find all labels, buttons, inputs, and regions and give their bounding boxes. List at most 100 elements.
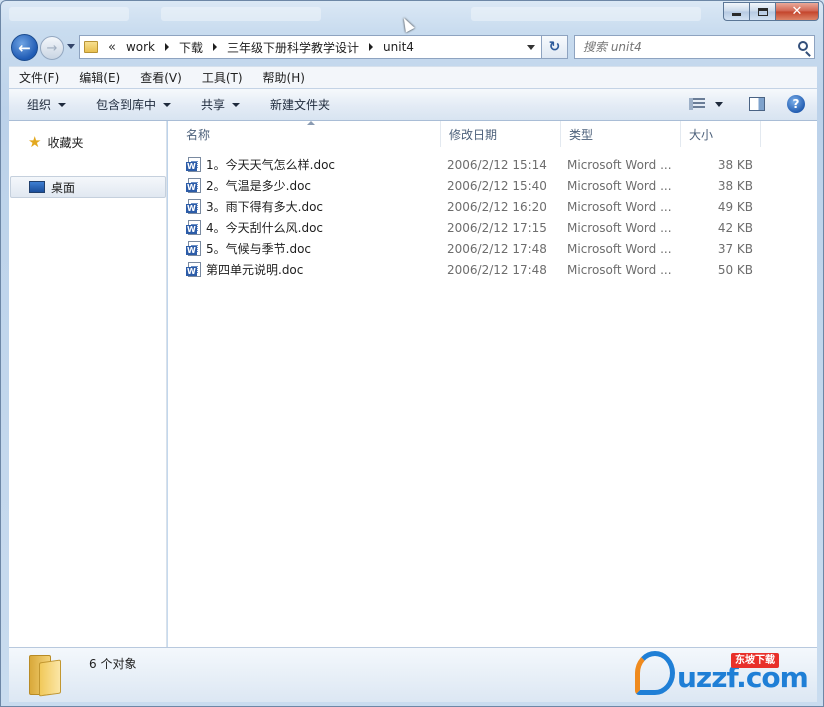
title-bar-reflection — [9, 7, 129, 21]
search-box[interactable] — [574, 35, 815, 59]
word-document-icon — [186, 241, 201, 256]
command-bar: 组织 包含到库中 共享 新建文件夹 ? — [9, 88, 817, 121]
file-name: 5。气候与季节.doc — [206, 242, 312, 256]
breadcrumb-item[interactable]: work — [126, 40, 170, 54]
column-header-label: 大小 — [689, 127, 714, 142]
file-name: 4。今天刮什么风.doc — [206, 221, 324, 235]
include-in-library-label: 包含到库中 — [96, 98, 157, 112]
chevron-right-icon[interactable] — [213, 43, 218, 51]
views-dropdown-icon[interactable] — [715, 101, 723, 107]
column-header-size[interactable]: 大小 — [681, 121, 761, 147]
file-name-cell: 2。气温是多少.doc — [186, 175, 312, 196]
chevron-down-icon — [232, 102, 241, 107]
file-name-cell: 4。今天刮什么风.doc — [186, 217, 324, 238]
search-icon[interactable] — [798, 41, 808, 51]
column-header-name[interactable]: 名称 — [178, 121, 441, 147]
file-type: Microsoft Word ... — [567, 178, 672, 193]
menu-file[interactable]: 文件(F) — [9, 69, 69, 86]
word-document-icon — [186, 157, 201, 172]
file-date: 2006/2/12 17:48 — [447, 262, 547, 277]
navigation-pane: ★ 收藏夹 桌面 — [9, 121, 167, 647]
folder-icon-front — [39, 659, 61, 697]
close-button[interactable]: ✕ — [775, 2, 819, 21]
column-header-type[interactable]: 类型 — [561, 121, 681, 147]
column-header-label: 名称 — [186, 127, 211, 142]
refresh-icon: ↻ — [548, 39, 561, 55]
organize-label: 组织 — [27, 98, 52, 112]
word-document-icon — [186, 178, 201, 193]
menu-view[interactable]: 查看(V) — [130, 69, 192, 86]
new-folder-button[interactable]: 新建文件夹 — [261, 96, 339, 113]
file-size: 50 KB — [717, 262, 753, 277]
forward-button[interactable]: → — [40, 36, 64, 60]
file-name: 3。雨下得有多大.doc — [206, 200, 324, 214]
title-bar[interactable]: ✕ — [1, 1, 823, 33]
file-row[interactable]: 4。今天刮什么风.doc 2006/2/12 17:15 Microsoft W… — [184, 217, 764, 238]
chevron-right-icon[interactable] — [369, 43, 374, 51]
preview-pane-icon[interactable] — [749, 97, 765, 111]
sidebar-item-favorites[interactable]: ★ 收藏夹 — [10, 131, 166, 153]
file-name: 1。今天天气怎么样.doc — [206, 158, 336, 172]
file-size: 49 KB — [717, 199, 753, 214]
views-icon[interactable] — [689, 98, 705, 110]
word-document-icon — [186, 199, 201, 214]
menu-edit[interactable]: 编辑(E) — [69, 69, 130, 86]
arrow-left-icon: ← — [18, 38, 31, 57]
file-name: 第四单元说明.doc — [206, 263, 304, 277]
search-input[interactable] — [575, 40, 785, 54]
address-history-dropdown[interactable] — [527, 45, 535, 50]
minimize-button[interactable] — [723, 2, 749, 21]
file-date: 2006/2/12 16:20 — [447, 199, 547, 214]
refresh-button[interactable]: ↻ — [542, 35, 568, 59]
window-controls: ✕ — [723, 2, 819, 21]
file-type: Microsoft Word ... — [567, 220, 672, 235]
breadcrumb-overflow[interactable]: « — [108, 40, 116, 55]
chevron-right-icon[interactable] — [165, 43, 170, 51]
file-row[interactable]: 3。雨下得有多大.doc 2006/2/12 16:20 Microsoft W… — [184, 196, 764, 217]
new-folder-label: 新建文件夹 — [270, 98, 331, 112]
file-name-cell: 5。气候与季节.doc — [186, 238, 312, 259]
sidebar-item-desktop[interactable]: 桌面 — [10, 176, 166, 198]
minimize-icon — [732, 13, 741, 16]
word-document-icon — [186, 220, 201, 235]
file-name-cell: 第四单元说明.doc — [186, 259, 304, 280]
file-name-cell: 3。雨下得有多大.doc — [186, 196, 324, 217]
file-size: 37 KB — [717, 241, 753, 256]
recent-pages-dropdown[interactable] — [67, 44, 75, 49]
close-icon: ✕ — [791, 4, 803, 19]
file-size: 38 KB — [717, 157, 753, 172]
breadcrumb-item[interactable]: 下载 — [179, 39, 218, 56]
menu-help[interactable]: 帮助(H) — [253, 69, 315, 86]
breadcrumb-item[interactable]: unit4 — [383, 40, 414, 54]
item-count: 6 个对象 — [89, 657, 137, 671]
sidebar-item-label: 收藏夹 — [47, 135, 84, 150]
organize-button[interactable]: 组织 — [18, 96, 75, 113]
file-row[interactable]: 5。气候与季节.doc 2006/2/12 17:48 Microsoft Wo… — [184, 238, 764, 259]
file-date: 2006/2/12 15:14 — [447, 157, 547, 172]
file-row[interactable]: 第四单元说明.doc 2006/2/12 17:48 Microsoft Wor… — [184, 259, 764, 280]
menu-tools[interactable]: 工具(T) — [192, 69, 253, 86]
include-in-library-button[interactable]: 包含到库中 — [87, 96, 180, 113]
breadcrumb-item[interactable]: 三年级下册科学教学设计 — [227, 39, 374, 56]
mouse-cursor-icon — [399, 15, 415, 33]
file-row[interactable]: 2。气温是多少.doc 2006/2/12 15:40 Microsoft Wo… — [184, 175, 764, 196]
watermark-logo-mark — [635, 651, 675, 695]
maximize-button[interactable] — [749, 2, 775, 21]
watermark-logo: uzzf.com 东坡下载 — [635, 649, 813, 701]
back-button[interactable]: ← — [11, 34, 38, 61]
column-header-date[interactable]: 修改日期 — [441, 121, 561, 147]
file-row[interactable]: 1。今天天气怎么样.doc 2006/2/12 15:14 Microsoft … — [184, 154, 764, 175]
explorer-window: ✕ ← → « work 下载 三年级下册科学教学设计 unit4 ↻ 文件(F… — [0, 0, 824, 707]
file-name-cell: 1。今天天气怎么样.doc — [186, 154, 336, 175]
file-name: 2。气温是多少.doc — [206, 179, 312, 193]
file-size: 42 KB — [717, 220, 753, 235]
folder-icon — [29, 655, 61, 697]
chevron-down-icon — [58, 102, 67, 107]
folder-icon — [84, 41, 98, 53]
file-type: Microsoft Word ... — [567, 262, 672, 277]
breadcrumb-label: 三年级下册科学教学设计 — [227, 40, 360, 55]
share-button[interactable]: 共享 — [192, 96, 249, 113]
file-list: 名称 修改日期 类型 大小 1。今天天气怎么样.doc 2006/2/12 15… — [168, 121, 817, 647]
address-bar[interactable]: « work 下载 三年级下册科学教学设计 unit4 — [79, 35, 542, 59]
help-icon[interactable]: ? — [787, 95, 805, 113]
